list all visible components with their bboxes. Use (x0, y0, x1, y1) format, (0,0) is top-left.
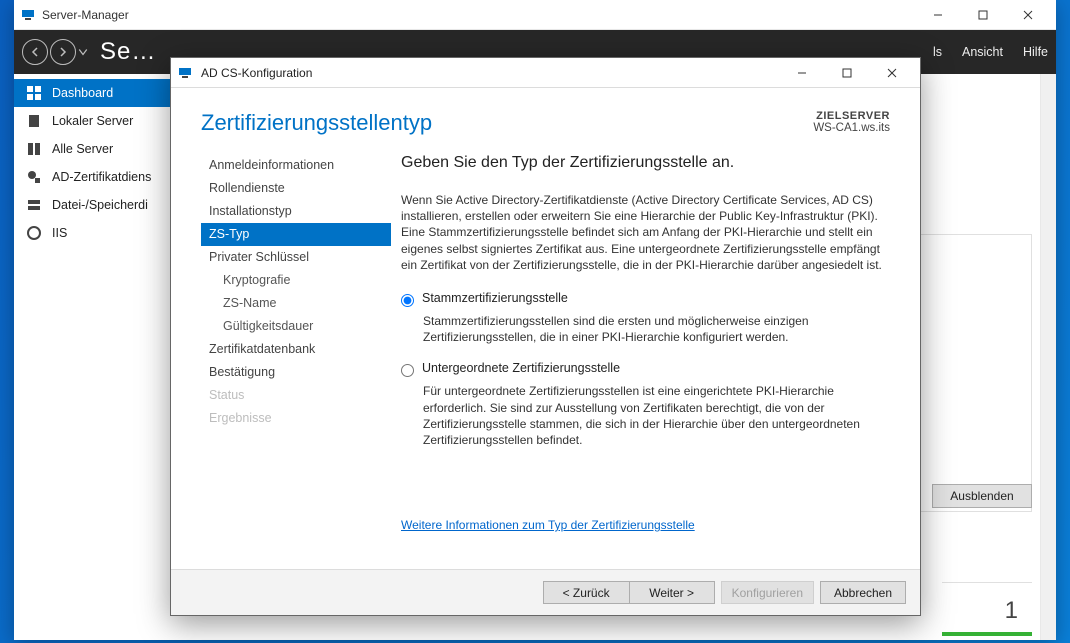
dialog-minimize-button[interactable] (779, 59, 824, 87)
iis-icon (26, 225, 42, 241)
close-button[interactable] (1005, 0, 1050, 30)
configure-button: Konfigurieren (721, 581, 814, 604)
nav-step-confirmation[interactable]: Bestätigung (201, 361, 391, 384)
servers-icon (26, 141, 42, 157)
nav-step-status: Status (201, 384, 391, 407)
dialog-titlebar: AD CS-Konfiguration (171, 58, 920, 88)
radio-sub-ca-label[interactable]: Untergeordnete Zertifizierungsstelle (422, 361, 620, 375)
nav-step-validity[interactable]: Gültigkeitsdauer (201, 315, 391, 338)
sidebar-item-label: Dashboard (52, 86, 113, 100)
next-button[interactable]: Weiter > (629, 581, 715, 604)
nav-back-button[interactable] (22, 39, 48, 65)
target-server-name: WS-CA1.ws.its (813, 122, 890, 134)
nav-forward-button[interactable] (50, 39, 76, 65)
radio-sub-ca[interactable] (401, 364, 414, 377)
radio-root-ca[interactable] (401, 294, 414, 307)
sidebar-item-label: Lokaler Server (52, 114, 133, 128)
nav-step-results: Ergebnisse (201, 407, 391, 430)
dialog-icon (177, 65, 193, 81)
ausblenden-button[interactable]: Ausblenden (932, 484, 1032, 508)
radio-root-ca-row[interactable]: Stammzertifizierungsstelle (401, 291, 890, 307)
dialog-maximize-button[interactable] (824, 59, 869, 87)
nav-step-crypto[interactable]: Kryptografie (201, 269, 391, 292)
more-info-link[interactable]: Weitere Informationen zum Typ der Zertif… (401, 518, 695, 532)
nav-dropdown-icon[interactable] (78, 39, 88, 65)
main-titlebar: Server-Manager (14, 0, 1056, 30)
menu-hilfe[interactable]: Hilfe (1023, 45, 1048, 59)
dialog-footer: < Zurück Weiter > Konfigurieren Abbreche… (171, 569, 920, 615)
nav-step-caname[interactable]: ZS-Name (201, 292, 391, 315)
target-server-block: ZIELSERVER WS-CA1.ws.its (813, 110, 890, 134)
nav-step-certdb[interactable]: Zertifikatdatenbank (201, 338, 391, 361)
nav-step-setuptype[interactable]: Installationstyp (201, 200, 391, 223)
menu-ansicht[interactable]: Ansicht (962, 45, 1003, 59)
dashboard-icon (26, 85, 42, 101)
server-manager-icon (20, 7, 36, 23)
pane-intro: Wenn Sie Active Directory-Zertifikatdien… (401, 192, 890, 273)
maximize-button[interactable] (960, 0, 1005, 30)
nav-step-credentials[interactable]: Anmeldeinformationen (201, 154, 391, 177)
dialog-close-button[interactable] (869, 59, 914, 87)
count-value: 1 (1005, 597, 1018, 624)
wizard-nav: Anmeldeinformationen Rollendienste Insta… (171, 154, 391, 569)
dialog-heading: Zertifizierungsstellentyp (201, 110, 813, 136)
sidebar-item-label: AD-Zertifikatdiens (52, 170, 151, 184)
minimize-button[interactable] (915, 0, 960, 30)
server-icon (26, 113, 42, 129)
adcs-config-dialog: AD CS-Konfiguration Zertifizierungsstell… (170, 57, 921, 616)
nav-step-roleservices[interactable]: Rollendienste (201, 177, 391, 200)
sidebar-item-label: Alle Server (52, 142, 113, 156)
target-label: ZIELSERVER (813, 110, 890, 122)
nav-step-privatekey[interactable]: Privater Schlüssel (201, 246, 391, 269)
main-title: Server-Manager (42, 8, 915, 22)
back-button[interactable]: < Zurück (543, 581, 629, 604)
dialog-header: Zertifizierungsstellentyp ZIELSERVER WS-… (171, 88, 920, 140)
sidebar-item-label: IIS (52, 226, 67, 240)
radio-sub-ca-row[interactable]: Untergeordnete Zertifizierungsstelle (401, 361, 890, 377)
pane-subtitle: Geben Sie den Typ der Zertifizierungsste… (401, 154, 890, 172)
count-tile[interactable]: 1 (942, 582, 1032, 636)
nav-step-catype[interactable]: ZS-Typ (201, 223, 391, 246)
menu-partial[interactable]: ls (933, 45, 942, 59)
dialog-title: AD CS-Konfiguration (201, 66, 779, 80)
storage-icon (26, 197, 42, 213)
sidebar-item-label: Datei-/Speicherdi (52, 198, 148, 212)
dialog-body: Anmeldeinformationen Rollendienste Insta… (171, 140, 920, 569)
certificate-icon (26, 169, 42, 185)
cancel-button[interactable]: Abbrechen (820, 581, 906, 604)
radio-sub-ca-desc: Für untergeordnete Zertifizierungsstelle… (423, 383, 890, 448)
radio-root-ca-desc: Stammzertifizierungsstellen sind die ers… (423, 313, 890, 345)
radio-root-ca-label[interactable]: Stammzertifizierungsstelle (422, 291, 568, 305)
scrollbar[interactable] (1040, 74, 1056, 640)
wizard-pane: Geben Sie den Typ der Zertifizierungsste… (391, 154, 920, 569)
